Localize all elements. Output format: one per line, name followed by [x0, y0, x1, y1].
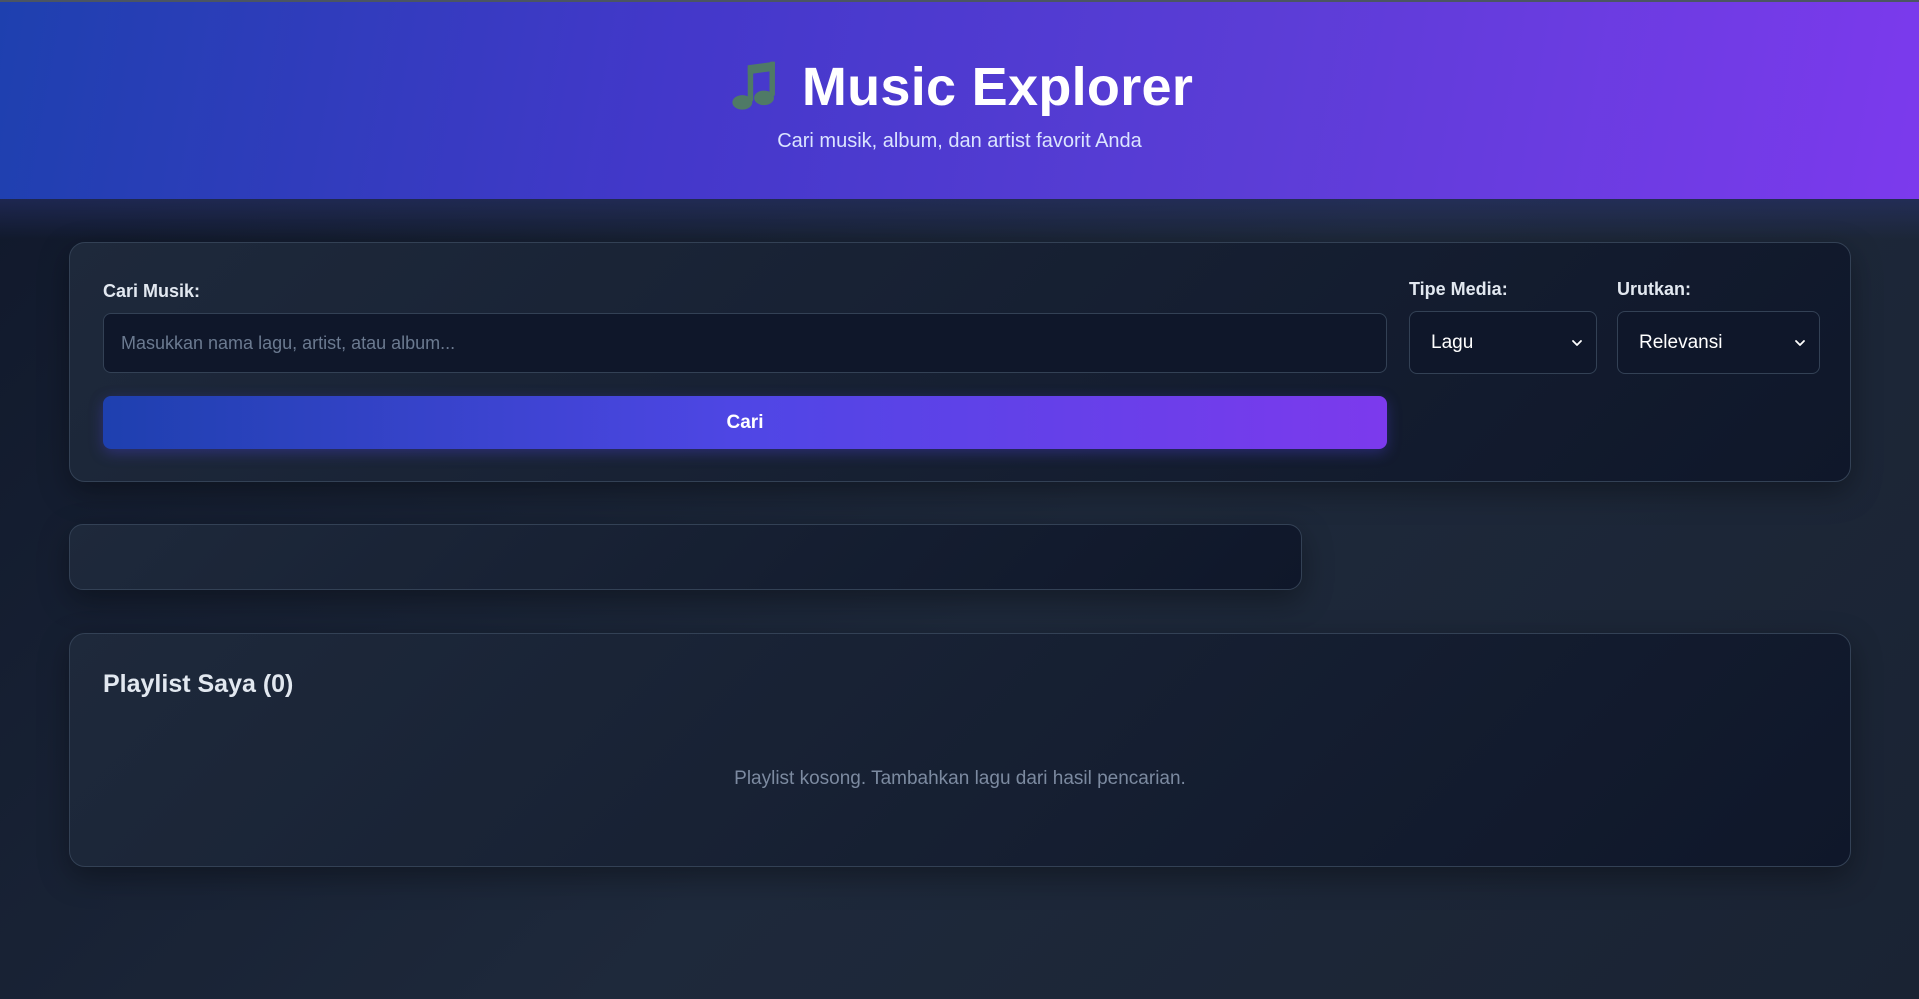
chevron-down-icon: [1572, 339, 1582, 346]
playlist-title: Playlist Saya (0): [103, 670, 294, 698]
sort-value: Relevansi: [1639, 331, 1723, 353]
playlist-empty-message: Playlist kosong. Tambahkan lagu dari has…: [734, 768, 1186, 789]
playlist-panel: Playlist Saya (0) Playlist kosong. Tamba…: [69, 633, 1851, 867]
media-type-label: Tipe Media:: [1409, 279, 1508, 299]
page-title: Music Explorer: [801, 57, 1194, 117]
search-panel: Cari Musik: Tipe Media: Lagu Urutkan: Re…: [69, 242, 1851, 482]
media-type-value: Lagu: [1431, 331, 1474, 353]
media-type-select[interactable]: Lagu: [1409, 311, 1597, 374]
page-header: Music Explorer Cari musik, album, dan ar…: [0, 2, 1919, 199]
search-label: Cari Musik:: [103, 281, 201, 301]
search-input[interactable]: [103, 313, 1387, 373]
chevron-down-icon: [1795, 339, 1805, 346]
header-shadow: [0, 199, 1919, 239]
search-button[interactable]: Cari: [103, 396, 1387, 449]
music-note-icon: [732, 61, 775, 110]
sort-select[interactable]: Relevansi: [1617, 311, 1820, 374]
header-title-row: Music Explorer: [0, 52, 1919, 122]
page-subtitle: Cari musik, album, dan artist favorit An…: [777, 130, 1142, 152]
sort-label: Urutkan:: [1617, 279, 1692, 299]
results-panel: [69, 524, 1302, 590]
